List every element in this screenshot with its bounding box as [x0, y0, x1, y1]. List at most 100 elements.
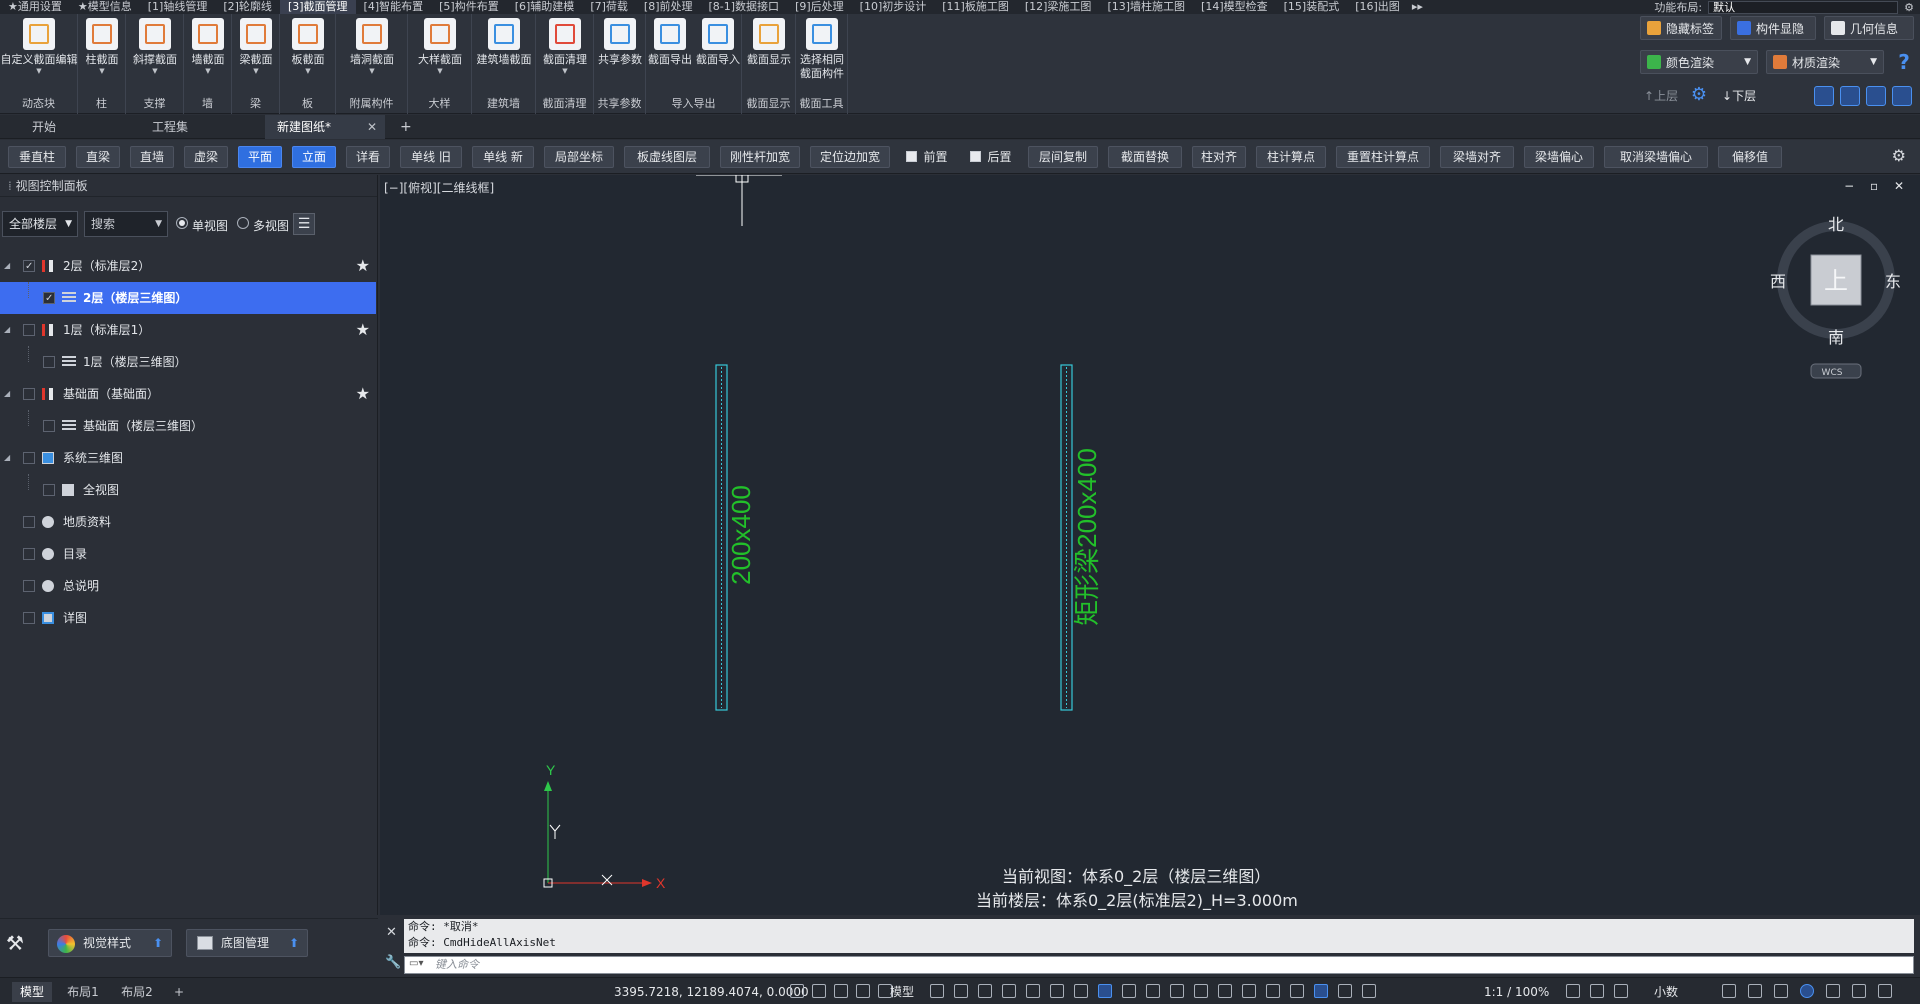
cmd-button-9[interactable]: 局部坐标 — [544, 146, 614, 168]
menu-item-13[interactable]: [11]板施工图 — [934, 0, 1017, 14]
model-space-toggle[interactable]: 模型 — [890, 982, 914, 1002]
list-menu-icon[interactable]: ☰ — [293, 213, 315, 235]
cmd-button-23[interactable]: 偏移值 — [1718, 146, 1782, 168]
menu-item-2[interactable]: [1]轴线管理 — [140, 0, 216, 14]
compass-west[interactable]: 西 — [1770, 272, 1786, 291]
compass-east[interactable]: 东 — [1885, 272, 1901, 291]
menu-item-0[interactable]: ★通用设置 — [0, 0, 70, 14]
layout-dropdown[interactable]: 默认 — [1708, 0, 1899, 14]
single-view-radio[interactable] — [176, 217, 188, 229]
tools-icon[interactable]: ⚒ — [6, 931, 24, 955]
tree-checkbox[interactable] — [23, 516, 35, 528]
compass-north[interactable]: 北 — [1828, 215, 1844, 234]
command-input[interactable] — [435, 958, 1905, 972]
tree-checkbox[interactable] — [43, 283, 55, 315]
layout-tab-1[interactable]: 布局1 — [60, 982, 106, 1002]
display-tool-icon[interactable] — [1748, 984, 1762, 998]
expand-triangle-icon[interactable]: ◢ — [4, 314, 10, 346]
menu-item-14[interactable]: [12]梁施工图 — [1017, 0, 1100, 14]
expand-triangle-icon[interactable]: ◢ — [4, 442, 10, 474]
menu-item-8[interactable]: [7]荷载 — [582, 0, 636, 14]
menu-item-10[interactable]: [8-1]数据接口 — [701, 0, 788, 14]
menu-item-6[interactable]: [5]构件布置 — [431, 0, 507, 14]
cmd-button-18[interactable]: 柱计算点 — [1256, 146, 1326, 168]
tree-checkbox[interactable] — [43, 484, 55, 496]
doc-tab-1[interactable]: 工程集 — [140, 115, 270, 139]
tree-item[interactable]: 2层（楼层三维图） — [0, 282, 376, 315]
zoom-in-icon[interactable] — [1814, 86, 1834, 106]
ribbon-button[interactable]: 自定义截面编辑 ▼ — [1, 18, 78, 88]
menu-item-4[interactable]: [3]截面管理 — [279, 0, 356, 14]
multi-view-radio[interactable] — [237, 217, 249, 229]
drafting-tool-icon[interactable] — [1266, 984, 1280, 998]
drafting-tool-icon[interactable] — [1098, 984, 1112, 998]
floor-gear-icon[interactable]: ⚙ — [1688, 84, 1710, 106]
menu-item-17[interactable]: [15]装配式 — [1276, 0, 1348, 14]
checkbox-icon[interactable] — [970, 151, 982, 162]
zoom-out-icon[interactable] — [1840, 86, 1860, 106]
display-tool-icon[interactable] — [1826, 984, 1840, 998]
material-render-button[interactable]: 材质渲染 ▼ — [1766, 50, 1884, 74]
cmd-button-7[interactable]: 单线 旧 — [400, 146, 462, 168]
tree-checkbox[interactable] — [23, 324, 35, 336]
ribbon-button[interactable]: 大样截面 ▼ — [412, 18, 468, 88]
beam-right[interactable] — [1060, 364, 1073, 711]
drafting-tool-icon[interactable] — [1146, 984, 1160, 998]
drafting-tool-icon[interactable] — [1050, 984, 1064, 998]
drawing-canvas[interactable]: [−][俯视][二维线框] − ▫ ✕ 200x400 矩形梁200x400 Y… — [380, 175, 1920, 915]
drafting-tool-icon[interactable] — [954, 984, 968, 998]
drafting-tool-icon[interactable] — [1074, 984, 1088, 998]
help-button[interactable]: ? — [1892, 50, 1916, 74]
doc-tab-0[interactable]: 开始 — [20, 115, 150, 139]
drafting-tool-icon[interactable] — [1338, 984, 1352, 998]
cmd-button-12[interactable]: 定位边加宽 — [810, 146, 890, 168]
cmd-button-15[interactable]: 层间复制 — [1028, 146, 1098, 168]
tree-item[interactable]: 总说明 — [0, 570, 376, 602]
layout-tab-0[interactable]: 模型 — [12, 982, 52, 1002]
geometry-info-button[interactable]: 几何信息 — [1824, 16, 1914, 40]
workspace-tool-icon[interactable] — [1614, 984, 1628, 998]
display-tool-icon[interactable] — [1722, 984, 1736, 998]
up-floor-button[interactable]: ↑上层 — [1644, 84, 1678, 108]
cmd-button-8[interactable]: 单线 新 — [472, 146, 534, 168]
tree-item[interactable]: ◢ 1层（标准层1） ★ — [0, 314, 376, 346]
ribbon-button[interactable]: 墙洞截面 ▼ — [344, 18, 400, 88]
drafting-tool-icon[interactable] — [1242, 984, 1256, 998]
drafting-tool-icon[interactable] — [1002, 984, 1016, 998]
display-tool-icon[interactable] — [1774, 984, 1788, 998]
tree-checkbox[interactable] — [43, 356, 55, 368]
star-icon[interactable]: ★ — [356, 250, 370, 282]
cmd-button-6[interactable]: 详看 — [346, 146, 390, 168]
cmd-button-19[interactable]: 重置柱计算点 — [1336, 146, 1430, 168]
workspace-tool-icon[interactable] — [1566, 984, 1580, 998]
cmd-button-10[interactable]: 板虚线图层 — [624, 146, 710, 168]
menu-item-11[interactable]: [9]后处理 — [787, 0, 852, 14]
snap-tool-icon[interactable] — [790, 984, 804, 998]
layout-icon[interactable] — [1866, 86, 1886, 106]
toolbar-settings-gear-icon[interactable]: ⚙ — [1892, 146, 1906, 165]
document-icon[interactable] — [1892, 86, 1912, 106]
cmd-button-2[interactable]: 直墙 — [130, 146, 174, 168]
ribbon-button[interactable]: 建筑墙截面 — [476, 18, 532, 88]
cmd-button-21[interactable]: 梁墙偏心 — [1524, 146, 1594, 168]
menu-item-16[interactable]: [14]模型检查 — [1193, 0, 1276, 14]
tab-close-icon[interactable]: ✕ — [367, 115, 377, 139]
ribbon-button[interactable]: 板截面 ▼ — [280, 18, 336, 88]
cmd-button-3[interactable]: 虚梁 — [184, 146, 228, 168]
tree-checkbox[interactable] — [23, 388, 35, 400]
tree-item[interactable]: 1层（楼层三维图） — [0, 346, 376, 378]
search-dropdown[interactable]: 搜索 ▼ — [84, 211, 168, 237]
star-icon[interactable]: ★ — [356, 314, 370, 346]
floor-filter-dropdown[interactable]: 全部楼层 ▼ — [2, 211, 78, 237]
hide-label-button[interactable]: 隐藏标签 — [1640, 16, 1722, 40]
menu-overflow-icon[interactable]: ▸▸ — [1408, 0, 1427, 14]
cmd-button-14[interactable]: 后置 — [964, 146, 1018, 168]
units-dropdown[interactable]: 小数 — [1654, 982, 1678, 1002]
tree-checkbox[interactable] — [23, 580, 35, 592]
menu-item-9[interactable]: [8]前处理 — [636, 0, 701, 14]
drafting-tool-icon[interactable] — [978, 984, 992, 998]
add-tab-button[interactable]: + — [400, 115, 412, 139]
tree-checkbox[interactable] — [23, 548, 35, 560]
cmd-button-20[interactable]: 梁墙对齐 — [1440, 146, 1514, 168]
menu-item-5[interactable]: [4]智能布置 — [356, 0, 432, 14]
